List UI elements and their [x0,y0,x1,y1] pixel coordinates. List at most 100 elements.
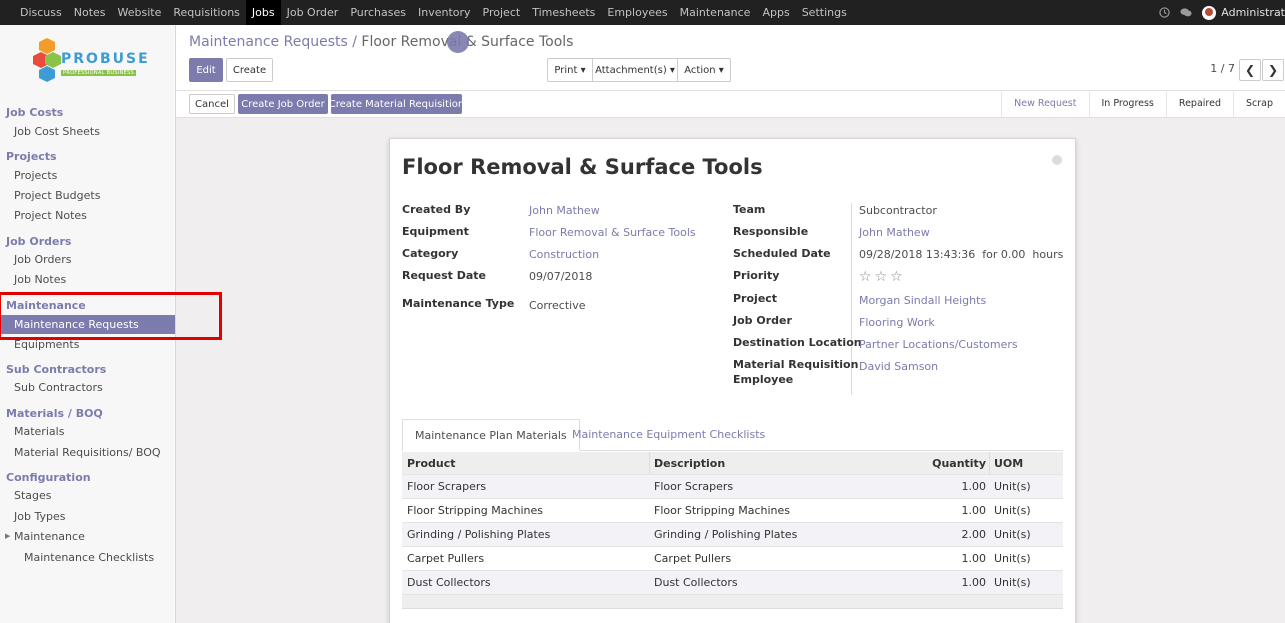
sidebar-item-job-types[interactable]: Job Types [14,510,65,523]
control-panel: Maintenance Requests / Floor Removal & S… [176,25,1285,91]
column-header-uom[interactable]: UOM [994,452,1023,475]
top-navbar: Discuss Notes Website Requisitions Jobs … [0,0,1285,25]
stage-scrap[interactable]: Scrap [1232,91,1285,117]
star-icon[interactable]: ☆ [859,269,872,285]
stage-in-progress[interactable]: In Progress [1088,91,1166,117]
field-destination-location[interactable]: Partner Locations/Customers [859,338,1018,351]
field-job-order[interactable]: Flooring Work [859,316,935,329]
cell-quantity: 2.00 [961,528,987,541]
cell-description: Grinding / Polishing Plates [654,528,798,541]
topnav-job-order[interactable]: Job Order [281,0,345,25]
topnav-inventory[interactable]: Inventory [412,0,477,25]
topnav-settings[interactable]: Settings [796,0,853,25]
field-equipment[interactable]: Floor Removal & Surface Tools [529,226,696,239]
sidebar-item-project-budgets[interactable]: Project Budgets [14,189,100,202]
section-sub-contractors[interactable]: Sub Contractors [6,363,106,376]
column-header-product[interactable]: Product [407,452,456,475]
edit-button[interactable]: Edit [189,58,223,82]
label-scheduled-date: Scheduled Date [733,247,831,260]
section-projects[interactable]: Projects [6,150,57,163]
sidebar-item-job-orders[interactable]: Job Orders [14,253,71,266]
tab-maintenance-equipment-checklists[interactable]: Maintenance Equipment Checklists [560,419,777,451]
label-priority: Priority [733,269,780,282]
chat-icon[interactable] [1180,7,1192,19]
table-row[interactable]: Floor Scrapers Floor Scrapers 1.00 Unit(… [402,475,1063,499]
breadcrumb: Maintenance Requests / Floor Removal & S… [189,34,573,50]
topnav-requisitions[interactable]: Requisitions [167,0,246,25]
topnav-website[interactable]: Website [112,0,168,25]
label-equipment: Equipment [402,225,469,238]
stage-repaired[interactable]: Repaired [1165,91,1233,117]
table-row[interactable]: Carpet Pullers Carpet Pullers 1.00 Unit(… [402,547,1063,571]
section-materials-boq[interactable]: Materials / BOQ [6,407,103,420]
breadcrumb-parent[interactable]: Maintenance Requests / [189,34,357,50]
attachments-dropdown[interactable]: Attachment(s) ▾ [592,58,678,82]
chevron-left-icon: ❮ [1244,63,1256,77]
field-material-requisition-employee[interactable]: David Samson [859,360,938,373]
topnav-apps[interactable]: Apps [756,0,795,25]
form-sheet: Floor Removal & Surface Tools Created By… [389,138,1076,623]
section-job-orders[interactable]: Job Orders [6,235,71,248]
user-name[interactable]: Administrat [1221,6,1285,19]
cell-uom: Unit(s) [994,528,1031,541]
kanban-state-dot[interactable] [1052,155,1062,165]
field-responsible[interactable]: John Mathew [859,226,930,239]
table-row[interactable]: Floor Stripping Machines Floor Stripping… [402,499,1063,523]
topnav-notes[interactable]: Notes [68,0,112,25]
print-dropdown[interactable]: Print ▾ [547,58,593,82]
section-job-costs[interactable]: Job Costs [6,106,63,119]
table-row[interactable]: Dust Collectors Dust Collectors 1.00 Uni… [402,571,1063,595]
cell-quantity: 1.00 [961,504,987,517]
column-header-description[interactable]: Description [654,452,725,475]
sidebar-item-sub-contractors[interactable]: Sub Contractors [14,381,103,394]
record-title: Floor Removal & Surface Tools [402,155,763,179]
table-row[interactable]: Grinding / Polishing Plates Grinding / P… [402,523,1063,547]
clock-icon[interactable] [1158,7,1170,19]
create-button[interactable]: Create [226,58,273,82]
top-menu: Discuss Notes Website Requisitions Jobs … [14,0,853,25]
topnav-timesheets[interactable]: Timesheets [526,0,601,25]
topnav-jobs[interactable]: Jobs [245,0,281,25]
tab-maintenance-plan-materials[interactable]: Maintenance Plan Materials [402,419,580,451]
sidebar-item-materials[interactable]: Materials [14,425,64,438]
section-maintenance[interactable]: Maintenance [6,299,86,312]
pager-value[interactable]: 1 / 7 [1210,62,1235,75]
topnav-maintenance[interactable]: Maintenance [674,0,757,25]
topnav-purchases[interactable]: Purchases [344,0,412,25]
pager-previous-button[interactable]: ❮ [1239,59,1261,81]
table-header: Product Description Quantity UOM [402,452,1063,475]
section-configuration[interactable]: Configuration [6,471,91,484]
star-icon[interactable]: ☆ [875,269,888,285]
column-header-quantity[interactable]: Quantity [932,452,986,475]
action-dropdown[interactable]: Action ▾ [677,58,731,82]
create-material-requisition-button[interactable]: Create Material Requisition [329,94,464,114]
sidebar-item-job-notes[interactable]: Job Notes [14,273,66,286]
cell-quantity: 1.00 [961,480,987,493]
sidebar-item-stages[interactable]: Stages [14,489,52,502]
cell-quantity: 1.00 [961,552,987,565]
field-created-by[interactable]: John Mathew [529,204,600,217]
stage-new-request[interactable]: New Request [1001,91,1088,117]
cell-product: Floor Stripping Machines [407,504,543,517]
topnav-project[interactable]: Project [477,0,527,25]
sidebar-item-maintenance-config[interactable]: Maintenance [14,530,85,543]
label-request-date: Request Date [402,269,487,282]
pager-next-button[interactable]: ❯ [1262,59,1284,81]
create-job-order-button[interactable]: Create Job Order [238,94,328,114]
field-category[interactable]: Construction [529,248,599,261]
sidebar-item-equipments[interactable]: Equipments [14,338,79,351]
cancel-button[interactable]: Cancel [189,94,235,114]
sidebar-item-project-notes[interactable]: Project Notes [14,209,87,222]
sidebar-item-maintenance-requests[interactable]: Maintenance Requests [0,315,175,334]
materials-table: Product Description Quantity UOM Floor S… [402,452,1063,609]
topnav-discuss[interactable]: Discuss [14,0,68,25]
logo-tagline: PROFESSIONAL BUSINESS [61,70,137,76]
star-icon[interactable]: ☆ [890,269,903,285]
field-project[interactable]: Morgan Sindall Heights [859,294,986,307]
sidebar-item-job-cost-sheets[interactable]: Job Cost Sheets [14,125,100,138]
avatar[interactable] [1202,5,1217,20]
sidebar-item-material-requisitions[interactable]: Material Requisitions/ BOQ [14,446,161,459]
topnav-employees[interactable]: Employees [601,0,673,25]
sidebar-item-projects[interactable]: Projects [14,169,57,182]
sidebar-item-maintenance-checklists[interactable]: Maintenance Checklists [24,551,154,564]
